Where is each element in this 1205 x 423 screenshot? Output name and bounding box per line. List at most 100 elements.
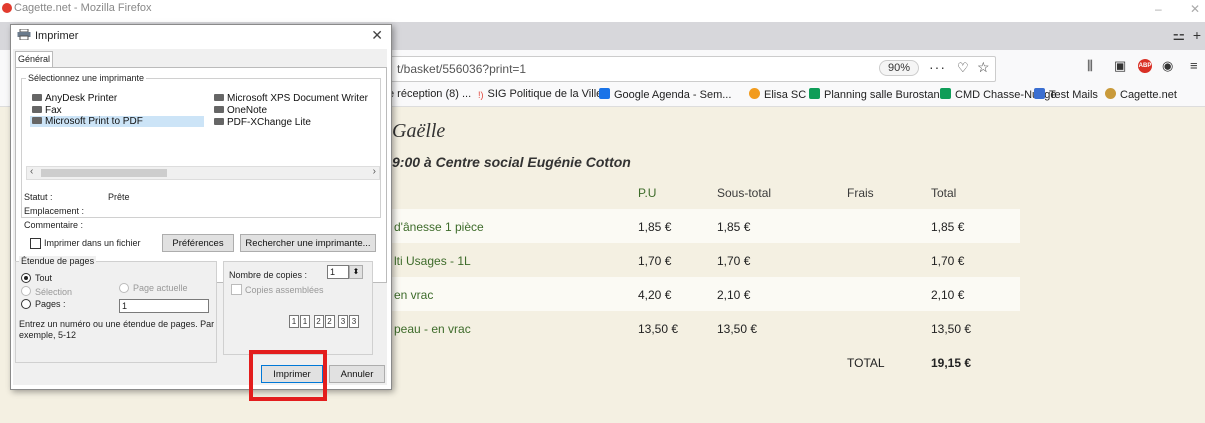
location-label: Emplacement : [24, 206, 85, 216]
col-header-subtotal: Sous-total [717, 186, 772, 200]
close-icon[interactable]: ✕ [371, 27, 383, 44]
bookmark-favicon [749, 88, 760, 99]
product-name: lti Usages - 1L [394, 254, 471, 268]
distribution-slot: 9:00 à Centre social Eugénie Cotton [392, 154, 631, 170]
dialog-body: Général Sélectionnez une imprimante AnyD… [13, 49, 387, 385]
find-printer-button[interactable]: Rechercher une imprimante... [240, 234, 376, 252]
all-pages-label: Tout [35, 273, 53, 283]
cagette-icon [1105, 88, 1116, 99]
print-to-file-label: Imprimer dans un fichier [44, 238, 141, 248]
table-total-row: TOTAL 19,15 € [386, 345, 1020, 379]
printer-list-scrollbar[interactable]: ‹ › [26, 166, 380, 180]
printer-item[interactable]: Microsoft XPS Document Writer [214, 93, 368, 104]
pages-radio[interactable] [21, 299, 31, 309]
total: 1,85 € [931, 220, 965, 234]
all-pages-radio[interactable] [21, 273, 31, 283]
pages-label: Pages : [35, 299, 66, 309]
library-icon[interactable]: ⫼ [1087, 58, 1093, 74]
highlight-box [249, 350, 327, 401]
print-dialog: Imprimer ✕ Général Sélectionnez une impr… [10, 24, 392, 390]
table-header-row: P.U Sous-total Frais Total [386, 175, 1020, 209]
printer-item-selected[interactable]: Microsoft Print to PDF [30, 116, 204, 127]
tab-tools-icons[interactable]: ⚍ + [1172, 27, 1201, 44]
comment-label: Commentaire : [24, 220, 84, 230]
unit-price: 1,70 € [638, 254, 672, 268]
collate-label: Copies assemblées [245, 285, 324, 295]
unit-price: 4,20 € [638, 288, 672, 302]
table-row: lti Usages - 1L 1,70 € 1,70 € 1,70 € [386, 243, 1020, 277]
scroll-right-icon[interactable]: › [373, 166, 376, 177]
calendar-icon [599, 88, 610, 99]
close-window-icon[interactable]: ✕ [1190, 2, 1200, 16]
member-name: Gaëlle [392, 120, 446, 142]
pages-input[interactable]: 1 [119, 299, 209, 313]
printer-icon [17, 29, 31, 40]
printer-group-label: Sélectionnez une imprimante [26, 73, 147, 83]
status-value: Prête [108, 192, 130, 202]
pocket-icon[interactable]: ♡ [957, 60, 969, 76]
current-page-radio[interactable] [119, 283, 129, 293]
product-name: d'ânesse 1 pièce [394, 220, 484, 234]
col-header-pu: P.U [638, 186, 657, 200]
bookmark-star-icon[interactable]: ☆ [977, 59, 990, 76]
unit-price: 1,85 € [638, 220, 672, 234]
pages-hint: Entrez un numéro ou une étendue de pages… [19, 319, 215, 340]
printer-icon [214, 94, 224, 101]
page-range-label: Étendue de pages [19, 256, 97, 266]
printer-icon [214, 118, 224, 125]
subtotal: 1,85 € [717, 220, 751, 234]
product-name: en vrac [394, 288, 434, 302]
bookmark-item[interactable]: Planning salle Burostan [809, 88, 940, 101]
scroll-thumb[interactable] [41, 169, 167, 177]
subtotal: 13,50 € [717, 322, 758, 336]
scroll-left-icon[interactable]: ‹ [30, 166, 33, 177]
sheets-icon [940, 88, 951, 99]
copies-label: Nombre de copies : [229, 270, 308, 280]
selection-radio[interactable] [21, 286, 31, 296]
bookmark-item[interactable]: Cagette.net [1105, 88, 1177, 101]
url-text[interactable]: t/basket/556036?print=1 [397, 62, 526, 76]
table-row: d'ânesse 1 pièce 1,85 € 1,85 € 1,85 € [386, 209, 1020, 243]
page-actions-icon[interactable]: ··· [929, 59, 946, 75]
collate-icon: 11 22 33 [289, 315, 360, 328]
bookmark-item[interactable]: Test Mails [1034, 88, 1098, 101]
dialog-titlebar: Imprimer ✕ [11, 25, 391, 47]
tab-general[interactable]: Général [15, 51, 53, 67]
menu-icon[interactable]: ≡ [1190, 58, 1198, 73]
copies-stepper[interactable]: ⬍ [349, 265, 363, 279]
status-label: Statut : [24, 192, 53, 202]
printer-item[interactable]: Fax [32, 105, 62, 116]
printer-item[interactable]: OneNote [214, 105, 267, 116]
sheets-icon [809, 88, 820, 99]
printer-item[interactable]: PDF-XChange Lite [214, 117, 311, 128]
printer-icon [32, 117, 42, 124]
window-titlebar: Cagette.net - Mozilla Firefox – ✕ [0, 0, 1205, 22]
current-page-label: Page actuelle [133, 283, 188, 293]
preferences-button[interactable]: Préférences [162, 234, 234, 252]
bookmark-item[interactable]: !) SIG Politique de la Ville [478, 88, 602, 101]
total: 13,50 € [931, 322, 972, 336]
bookmark-item[interactable]: e réception (8) ... [388, 88, 471, 100]
adblock-icon[interactable]: ABP [1138, 59, 1152, 73]
bookmark-item[interactable]: Google Agenda - Sem... [599, 88, 731, 101]
cancel-button[interactable]: Annuler [329, 365, 385, 383]
url-bar[interactable]: t/basket/556036?print=1 90% ··· ♡ ☆ [386, 56, 996, 82]
collate-checkbox[interactable] [231, 284, 242, 295]
col-header-total: Total [931, 186, 957, 200]
window-title: Cagette.net - Mozilla Firefox [14, 2, 152, 14]
minimize-icon[interactable]: – [1155, 2, 1162, 16]
sidebar-icon[interactable]: ▣ [1114, 58, 1126, 74]
print-to-file-checkbox[interactable] [30, 238, 41, 249]
bookmark-favicon: !) [478, 90, 484, 100]
printer-item[interactable]: AnyDesk Printer [32, 93, 117, 104]
subtotal: 2,10 € [717, 288, 751, 302]
dialog-title: Imprimer [35, 30, 79, 42]
total: 1,70 € [931, 254, 965, 268]
zoom-button[interactable]: 90% [879, 60, 920, 76]
total-value: 19,15 € [931, 356, 972, 370]
unit-price: 13,50 € [638, 322, 679, 336]
account-icon[interactable]: ◉ [1162, 58, 1173, 74]
copies-input[interactable]: 1 [327, 265, 349, 279]
general-panel: Sélectionnez une imprimante AnyDesk Prin… [15, 67, 387, 283]
bookmark-item[interactable]: Elisa SC [749, 88, 806, 101]
